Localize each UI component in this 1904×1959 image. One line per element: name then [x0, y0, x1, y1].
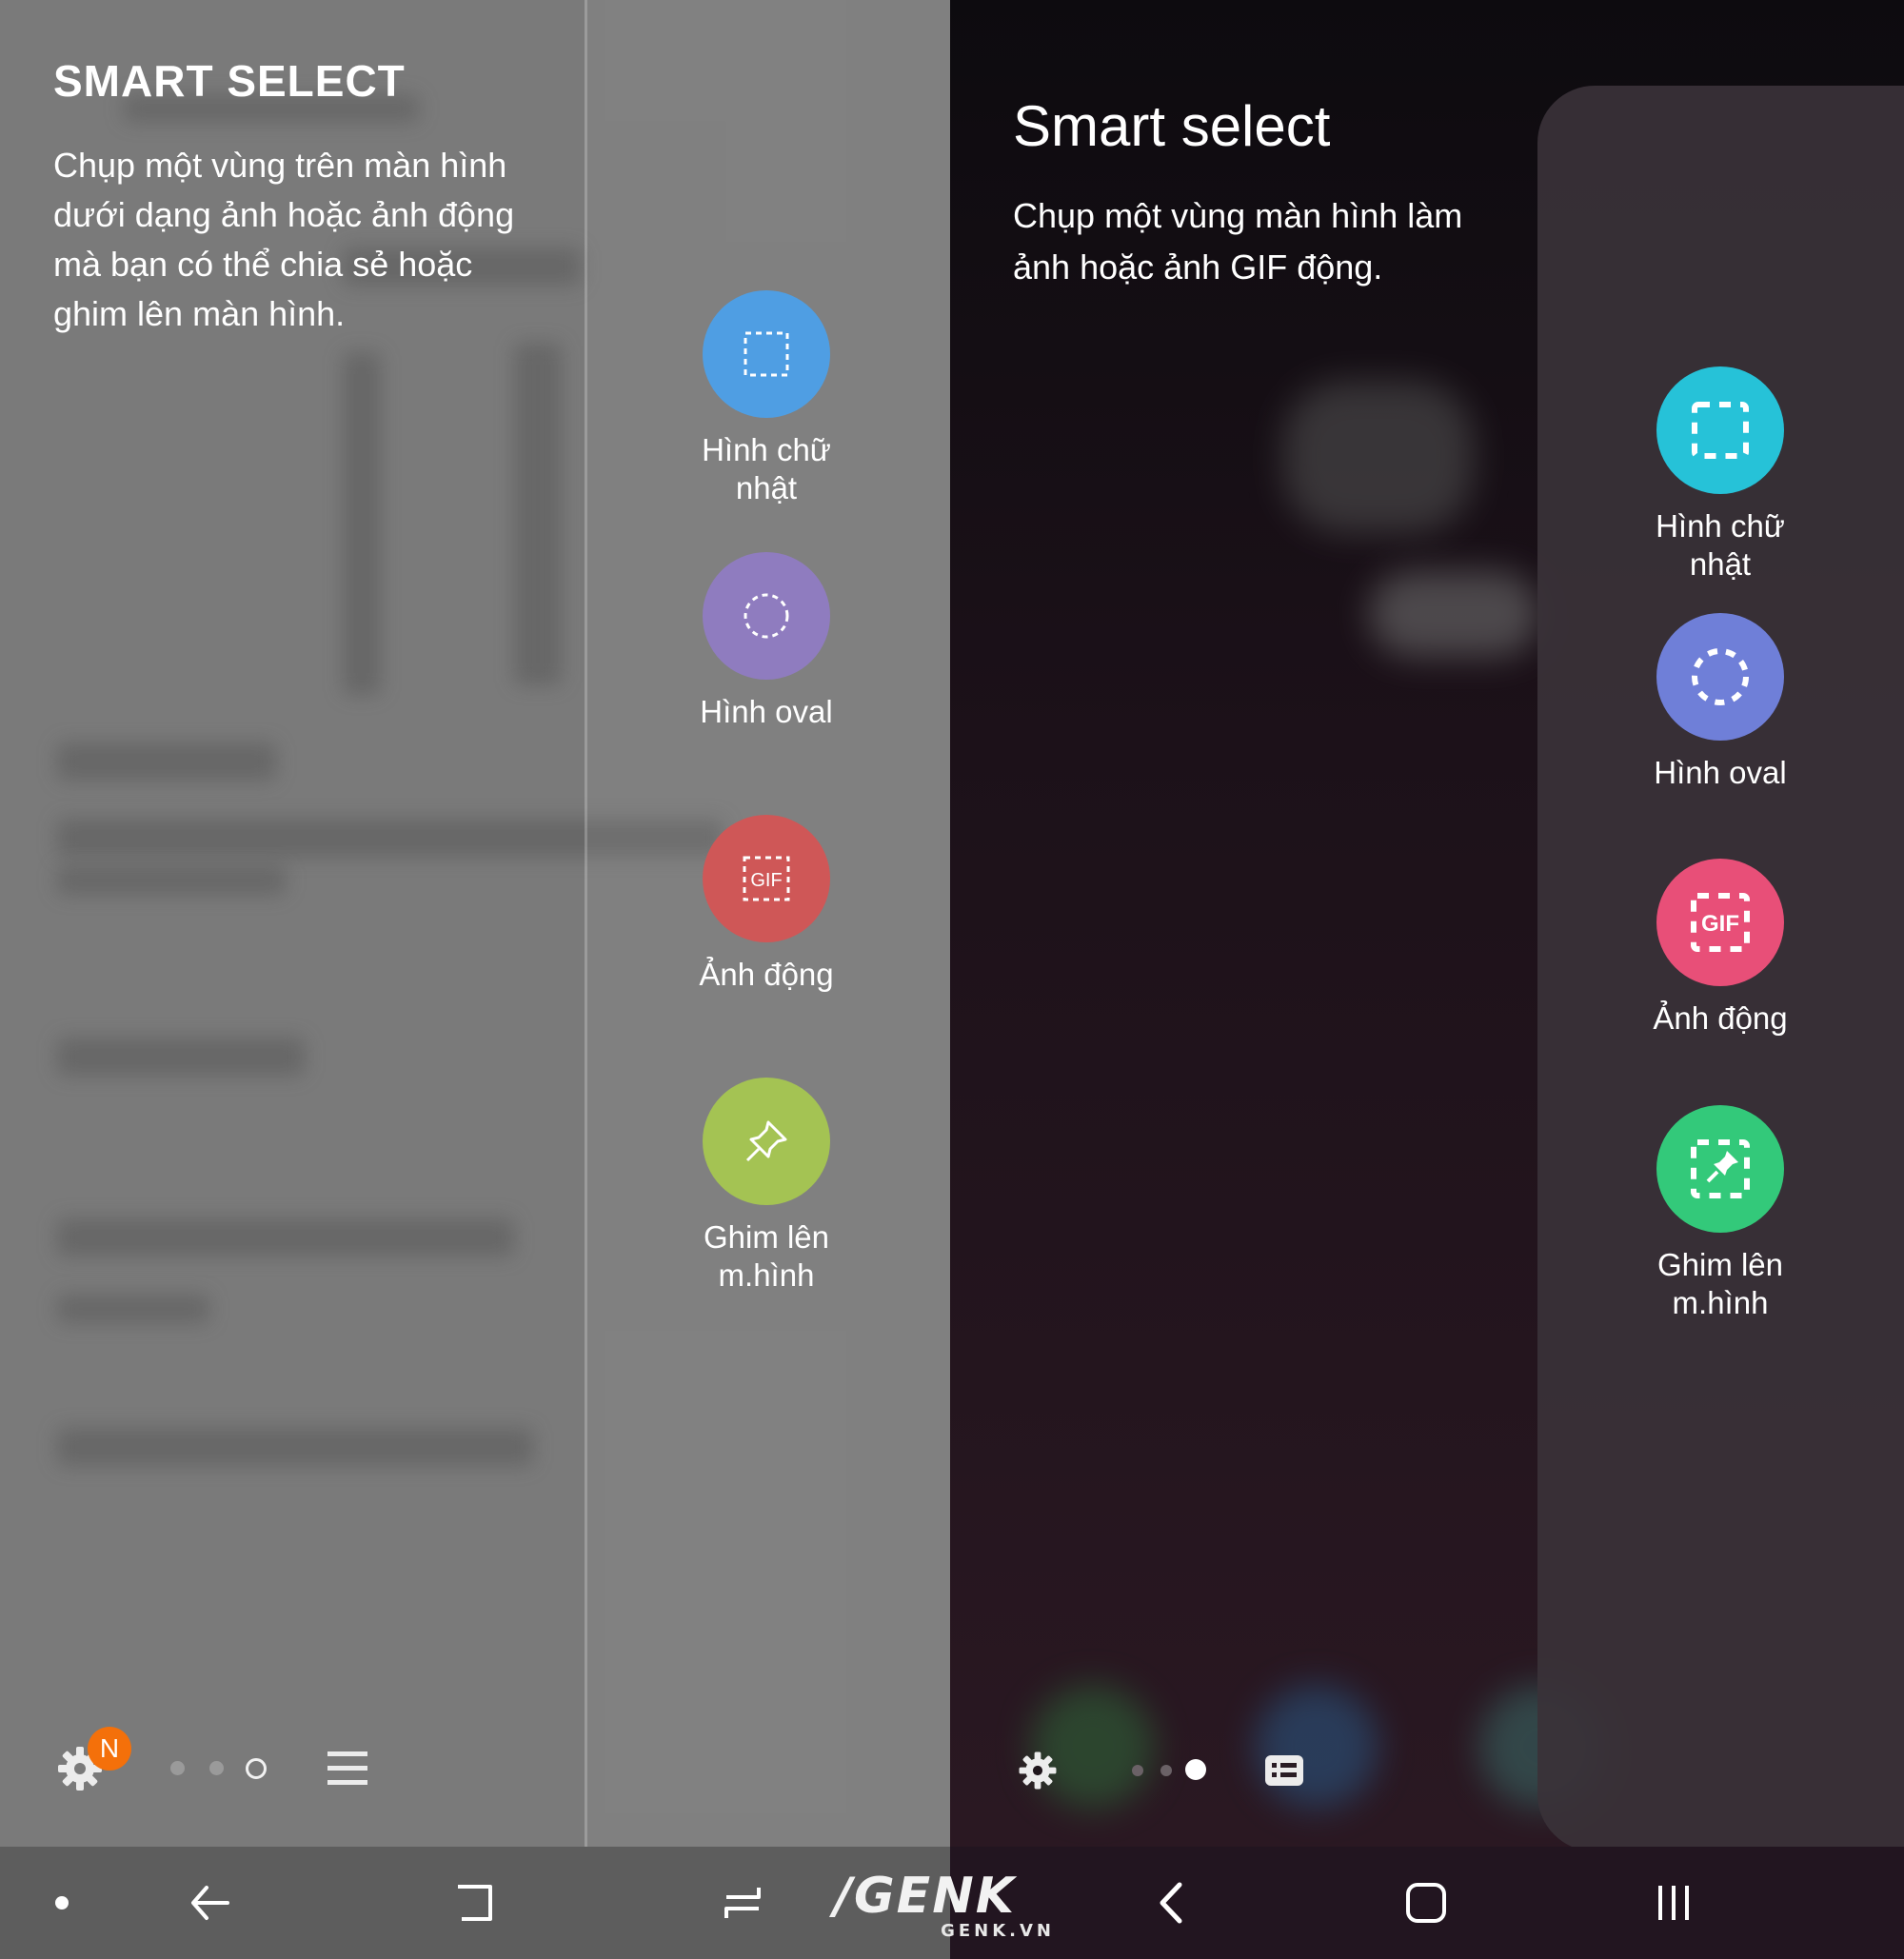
panel-title: Smart select [1013, 94, 1331, 158]
tool-oval[interactable]: Hình oval [671, 552, 862, 731]
blurred-background [57, 1038, 305, 1076]
blurred-background [57, 1428, 533, 1466]
tool-label: Hình oval [1654, 755, 1787, 790]
navigation-bar-right [950, 1847, 1904, 1959]
pin-icon [745, 1120, 787, 1162]
panel-description: Chụp một vùng trên màn hình dưới dạng ản… [53, 146, 515, 333]
menu-icon [327, 1751, 367, 1785]
panel-title: SMART SELECT [53, 56, 406, 106]
tool-circle [703, 552, 830, 680]
navigation-bar-left [0, 1847, 950, 1959]
nav-dot-button[interactable] [43, 1847, 81, 1959]
recent-apps-button[interactable] [714, 1847, 771, 1959]
rectangle-select-icon [744, 331, 789, 377]
blurred-background [1369, 571, 1540, 657]
tool-circle: GIF [703, 815, 830, 942]
tool-pin[interactable]: Ghim lên m.hình [671, 1078, 862, 1295]
home-button[interactable] [1398, 1847, 1455, 1959]
gif-icon: GIF [1691, 893, 1750, 952]
tool-label: Ảnh động [1653, 1000, 1788, 1036]
rectangle-select-icon [1692, 402, 1749, 459]
recent-apps-icon [1658, 1886, 1689, 1920]
page-dot[interactable] [170, 1761, 185, 1775]
edge-panel-list-button[interactable] [1264, 1753, 1304, 1791]
dot-icon [55, 1896, 69, 1910]
edge-panel-list-button[interactable] [326, 1748, 369, 1793]
edge-panel-divider [585, 0, 587, 1847]
watermark-site: GENK.VN [941, 1921, 1055, 1941]
tool-gif[interactable]: GIF Ảnh động [671, 815, 862, 994]
blurred-background [57, 866, 286, 895]
tool-label: Ảnh động [699, 957, 834, 992]
svg-text:GIF: GIF [750, 870, 782, 891]
tool-label: Ghim lên m.hình [703, 1219, 830, 1293]
tool-circle [1656, 613, 1784, 741]
gif-icon: GIF [743, 856, 790, 901]
tool-label: Hình chữ nhật [1656, 508, 1785, 582]
page-dot[interactable] [1160, 1765, 1172, 1776]
home-square-icon [458, 1885, 492, 1921]
page-dot[interactable] [1132, 1765, 1143, 1776]
tool-label: Hình oval [700, 694, 833, 729]
blurred-background [343, 352, 381, 695]
gear-icon [1019, 1751, 1057, 1790]
back-arrow-icon [191, 1886, 229, 1920]
back-button[interactable] [1142, 1847, 1200, 1959]
notification-badge: N [88, 1727, 131, 1771]
back-button[interactable] [181, 1847, 238, 1959]
recent-apps-button[interactable] [1645, 1847, 1702, 1959]
list-icon [1265, 1755, 1303, 1786]
genk-watermark: /GENK GENK.VN [834, 1868, 1062, 1941]
blurred-background [514, 343, 562, 685]
settings-button[interactable] [1017, 1750, 1059, 1795]
page-dot[interactable] [209, 1761, 224, 1775]
svg-text:GIF: GIF [1701, 911, 1739, 937]
tool-circle [1656, 1105, 1784, 1233]
blurred-background [57, 742, 276, 781]
right-edge-panel: Smart select Chụp một vùng màn hình làm … [950, 0, 1904, 1847]
recent-apps-icon [724, 1888, 761, 1918]
home-rounded-square-icon [1406, 1883, 1446, 1923]
watermark-brand: /GENK [834, 1868, 1017, 1925]
tool-pin[interactable]: Ghim lên m.hình [1625, 1105, 1815, 1322]
page-dot-current[interactable] [246, 1758, 267, 1779]
tool-circle [1656, 366, 1784, 494]
left-edge-panel: SMART SELECT Chụp một vùng trên màn hình… [0, 0, 950, 1847]
blurred-background [1283, 381, 1474, 533]
tool-label: Hình chữ nhật [702, 432, 831, 505]
tool-gif[interactable]: GIF Ảnh động [1625, 859, 1815, 1038]
blurred-background [57, 1295, 209, 1323]
page-dot-current[interactable] [1185, 1759, 1206, 1780]
blurred-background [57, 1218, 514, 1257]
oval-select-icon [744, 593, 789, 639]
pin-icon [1691, 1139, 1750, 1198]
tool-circle [703, 1078, 830, 1205]
tool-circle: GIF [1656, 859, 1784, 986]
tool-oval[interactable]: Hình oval [1625, 613, 1815, 792]
tool-circle [703, 290, 830, 418]
home-button[interactable] [447, 1847, 505, 1959]
tool-rectangle[interactable]: Hình chữ nhật [1625, 366, 1815, 584]
tool-label: Ghim lên m.hình [1656, 1247, 1784, 1320]
oval-select-icon [1692, 648, 1749, 705]
panel-description: Chụp một vùng màn hình làm ảnh hoặc ảnh … [1013, 196, 1463, 287]
chevron-left-icon [1160, 1882, 1182, 1924]
tool-rectangle[interactable]: Hình chữ nhật [671, 290, 862, 507]
